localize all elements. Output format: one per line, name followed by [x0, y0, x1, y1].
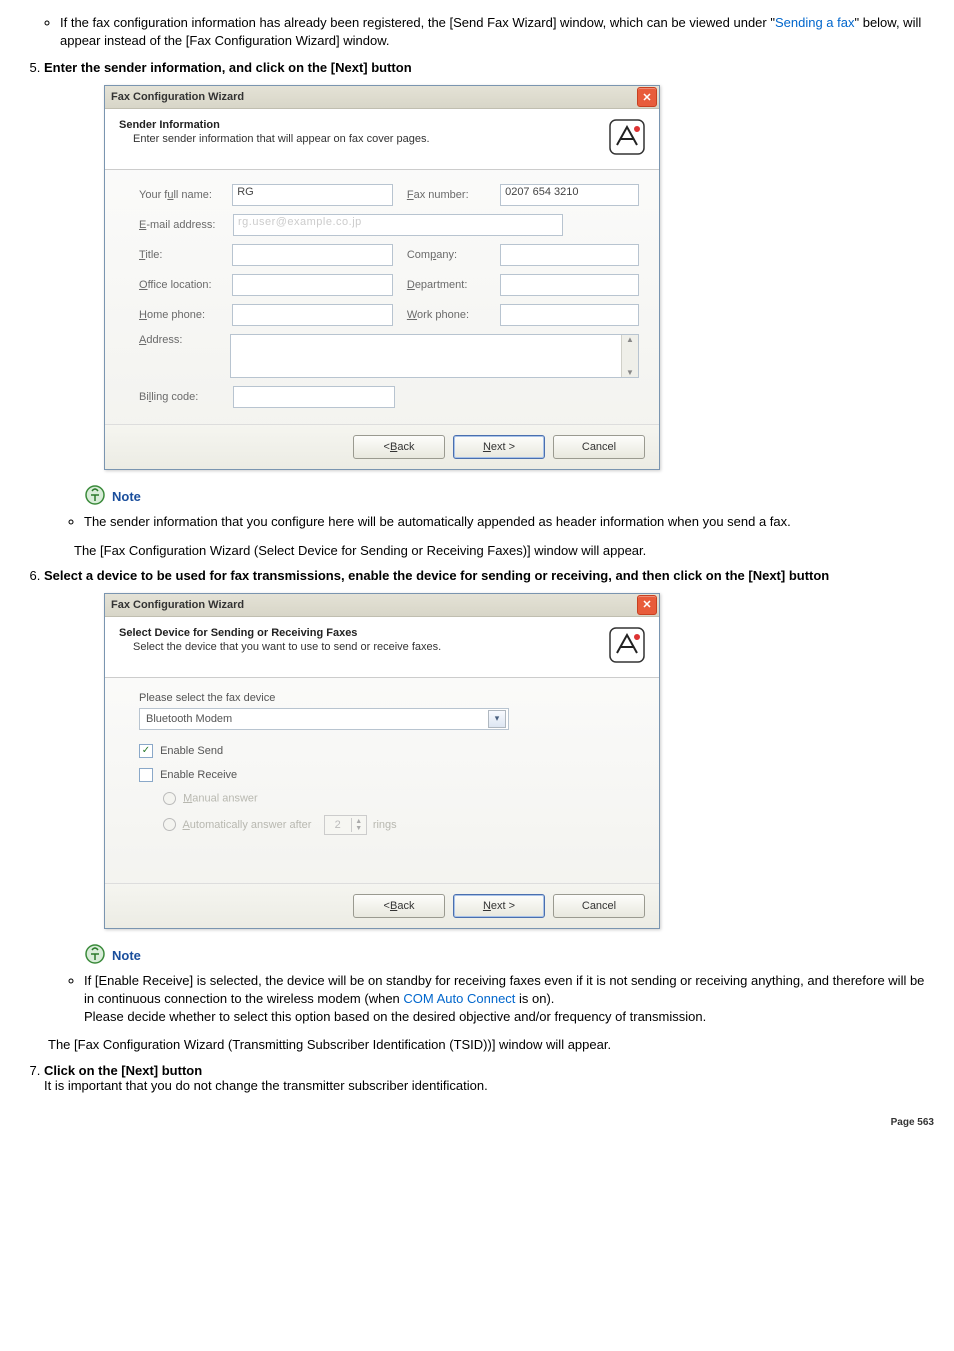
back-button[interactable]: < Back [353, 435, 445, 459]
wizard-head-title: Select Device for Sending or Receiving F… [119, 627, 645, 639]
step5-heading: Enter the sender information, and click … [44, 60, 412, 75]
chevron-down-icon[interactable]: ▾ [488, 710, 506, 728]
enable-receive-label: Enable Receive [160, 769, 237, 781]
auto-label: Automatically answer after [182, 819, 311, 831]
cancel-button[interactable]: Cancel [553, 435, 645, 459]
select-label: Please select the fax device [139, 692, 639, 704]
billing-label: Billing code: [139, 391, 233, 403]
step7-line: It is important that you do not change t… [44, 1078, 488, 1093]
company-label: Company: [407, 249, 500, 261]
sender-info-dialog: Fax Configuration Wizard ✕ Sender Inform… [104, 85, 660, 470]
step5-after-text: The [Fax Configuration Wizard (Select De… [74, 542, 934, 560]
titlebar: Fax Configuration Wizard ✕ [105, 594, 659, 617]
dialog-title: Fax Configuration Wizard [111, 91, 244, 103]
select-value: Bluetooth Modem [146, 713, 232, 725]
rings-value: 2 [325, 819, 351, 831]
close-icon[interactable]: ✕ [637, 87, 657, 107]
intro-text-a: If the fax configuration information has… [60, 15, 775, 30]
wizard-body: Your full name: RG Fax number: 0207 654 … [105, 170, 659, 424]
fullname-label: Your full name: [139, 189, 232, 201]
home-input[interactable] [232, 304, 393, 326]
step5-note-bullet: The sender information that you configur… [84, 513, 934, 531]
page-footer: Page 563 [20, 1117, 934, 1128]
work-label: Work phone: [407, 309, 500, 321]
step6-heading: Select a device to be used for fax trans… [44, 568, 829, 583]
title-label: Title: [139, 249, 232, 261]
fullname-input[interactable]: RG [232, 184, 393, 206]
manual-radio [163, 792, 176, 805]
note-label: Note [112, 489, 141, 504]
work-input[interactable] [500, 304, 639, 326]
rings-label: rings [373, 819, 397, 831]
manual-answer-row: Manual answer [163, 792, 639, 805]
button-row: < Back Next > Cancel [105, 883, 659, 928]
address-label: Address: [139, 334, 230, 346]
note6-line2: Please decide whether to select this opt… [84, 1009, 706, 1024]
next-button[interactable]: Next > [453, 435, 545, 459]
note-row: Note [84, 484, 934, 509]
com-auto-connect-link[interactable]: COM Auto Connect [403, 991, 515, 1006]
company-input[interactable] [500, 244, 639, 266]
email-input[interactable]: rg.user@example.co.jp [233, 214, 563, 236]
intro-bullet: If the fax configuration information has… [60, 14, 934, 50]
step6-after-text: The [Fax Configuration Wizard (Transmitt… [48, 1036, 934, 1054]
select-device-dialog: Fax Configuration Wizard ✕ Select Device… [104, 593, 660, 929]
note-icon [84, 484, 106, 509]
step7-heading: Click on the [Next] button [44, 1063, 202, 1078]
wizard-head-sub: Enter sender information that will appea… [119, 133, 645, 145]
enable-receive-checkbox[interactable] [139, 768, 153, 782]
wizard-head-title: Sender Information [119, 119, 645, 131]
dialog-title: Fax Configuration Wizard [111, 599, 244, 611]
faxnumber-label: Fax number: [407, 189, 500, 201]
back-button[interactable]: < Back [353, 894, 445, 918]
button-row: < Back Next > Cancel [105, 424, 659, 469]
fax-icon [607, 117, 647, 157]
address-input[interactable]: ▲▼ [230, 334, 639, 378]
titlebar: Fax Configuration Wizard ✕ [105, 86, 659, 109]
note-row: Note [84, 943, 934, 968]
billing-input[interactable] [233, 386, 395, 408]
note-icon [84, 943, 106, 968]
office-label: Office location: [139, 279, 232, 291]
wizard-header: Sender Information Enter sender informat… [105, 109, 659, 170]
spinner-arrows-icon: ▲▼ [351, 818, 366, 832]
office-input[interactable] [232, 274, 393, 296]
auto-radio [163, 818, 176, 831]
note6-b: is on). [515, 991, 554, 1006]
enable-send-checkbox[interactable]: ✓ [139, 744, 153, 758]
faxnumber-input[interactable]: 0207 654 3210 [500, 184, 639, 206]
rings-spinner: 2 ▲▼ [324, 815, 367, 835]
next-button[interactable]: Next > [453, 894, 545, 918]
sending-fax-link[interactable]: Sending a fax [775, 15, 855, 30]
fax-device-select[interactable]: Bluetooth Modem ▾ [139, 708, 509, 730]
wizard-header: Select Device for Sending or Receiving F… [105, 617, 659, 678]
auto-answer-row: Automatically answer after 2 ▲▼ rings [163, 815, 639, 835]
wizard-head-sub: Select the device that you want to use t… [119, 641, 645, 653]
scrollbar[interactable]: ▲▼ [621, 335, 638, 377]
enable-send-label: Enable Send [160, 745, 223, 757]
enable-receive-row[interactable]: Enable Receive [139, 768, 639, 782]
department-label: Department: [407, 279, 500, 291]
home-label: Home phone: [139, 309, 232, 321]
note-label: Note [112, 948, 141, 963]
manual-label: Manual answer [183, 792, 258, 804]
enable-send-row[interactable]: ✓ Enable Send [139, 744, 639, 758]
step6-note-bullet: If [Enable Receive] is selected, the dev… [84, 972, 934, 1027]
close-icon[interactable]: ✕ [637, 595, 657, 615]
email-label: E-mail address: [139, 219, 233, 231]
department-input[interactable] [500, 274, 639, 296]
fax-icon [607, 625, 647, 665]
wizard-body: Please select the fax device Bluetooth M… [105, 678, 659, 883]
cancel-button[interactable]: Cancel [553, 894, 645, 918]
title-input[interactable] [232, 244, 393, 266]
